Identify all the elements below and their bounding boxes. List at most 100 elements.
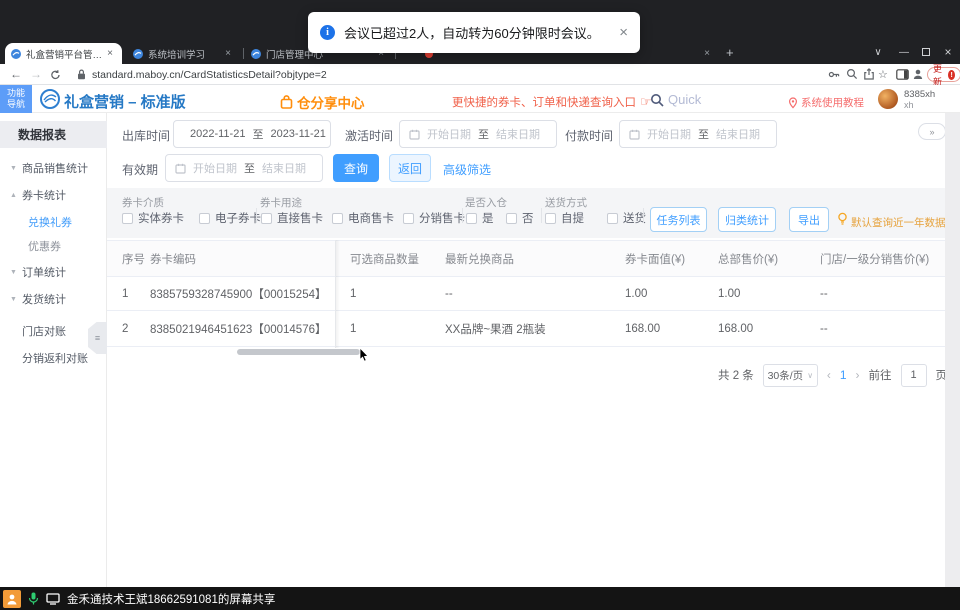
sidebar-item-shipping-stats[interactable]: ▼ 发货统计 [10, 292, 66, 306]
checkbox[interactable] [403, 212, 414, 224]
checkbox-label: 实体券卡 [138, 213, 184, 225]
activate-date-range-input[interactable]: 开始日期 至 结束日期 [399, 120, 557, 148]
checkbox-delivery[interactable]: 送货 [607, 210, 646, 226]
category-stats-button[interactable]: 归类统计 [718, 207, 776, 232]
outbound-time-label: 出库时间 [122, 129, 171, 143]
quick-search[interactable]: Quick [650, 92, 701, 107]
end-date-placeholder[interactable]: 结束日期 [716, 126, 760, 142]
lock-icon[interactable] [76, 69, 87, 80]
checkbox-self-pickup[interactable]: 自提 [545, 210, 584, 226]
checkbox[interactable] [506, 212, 517, 224]
sidebar-item-store-reconciliation[interactable]: 门店对账 [22, 324, 66, 338]
sidebar-collapse-handle[interactable]: ≡ [88, 322, 107, 354]
end-date-placeholder[interactable]: 结束日期 [262, 160, 306, 176]
sidebar-item-rebate-reconciliation[interactable]: 分销返利对账 [22, 351, 88, 365]
chevron-down-icon: ∨ [807, 370, 814, 380]
checkbox-distribution-sale[interactable]: 分销售卡 [403, 210, 465, 226]
checkbox-ecommerce-sale[interactable]: 电商售卡 [332, 210, 394, 226]
update-label: 更新 [933, 63, 943, 87]
quick-entry-text[interactable]: 更快捷的券卡、订单和快递查询入口 ☞ [452, 94, 652, 110]
side-panel-icon[interactable] [896, 69, 909, 80]
tab-close-icon[interactable]: × [104, 48, 116, 59]
prev-page-button[interactable]: ‹ [827, 368, 831, 382]
checkbox-physical-card[interactable]: 实体券卡 [122, 210, 184, 226]
window-maximize-button[interactable] [918, 42, 934, 62]
cell-product-count: 1 [350, 322, 357, 335]
expand-filters-button[interactable]: » [918, 123, 946, 140]
participant-tile [3, 589, 21, 608]
start-date-placeholder[interactable]: 开始日期 [647, 126, 691, 142]
checkbox[interactable] [466, 212, 477, 224]
share-center-link[interactable]: 仓分享中心 [280, 92, 365, 112]
window-close-button[interactable]: × [940, 42, 956, 62]
checkbox[interactable] [332, 212, 343, 224]
start-date-placeholder[interactable]: 开始日期 [427, 126, 471, 142]
checkbox-label: 电子券卡 [215, 213, 261, 225]
notification-close-button[interactable]: × [619, 24, 628, 41]
sidebar-item-label: 优惠券 [28, 241, 61, 253]
export-button[interactable]: 导出 [789, 207, 829, 232]
back-button[interactable]: 返回 [389, 154, 431, 182]
new-tab-button[interactable]: + [726, 45, 734, 60]
profile-icon[interactable] [912, 68, 924, 80]
sidebar-item-product-sales[interactable]: ▼ 商品销售统计 [10, 161, 88, 175]
checkbox[interactable] [261, 212, 272, 224]
browser-tab-1[interactable]: 礼盒营销平台管理中心 × [5, 43, 122, 64]
checkbox-warehouse-no[interactable]: 否 [506, 210, 534, 226]
chrome-update-button[interactable]: 更新 ! [927, 64, 960, 87]
col-header-face-value: 券卡面值(¥) [625, 253, 686, 266]
back-icon[interactable]: ← [8, 67, 24, 81]
user-info: 8385xh xh [904, 89, 935, 111]
start-date-placeholder[interactable]: 开始日期 [193, 160, 237, 176]
end-date-placeholder[interactable]: 结束日期 [496, 126, 540, 142]
zoom-icon[interactable] [846, 68, 858, 80]
window-menu-icon[interactable]: ∨ [870, 42, 886, 62]
table-row[interactable]: 2 8385021946451623【00014576】 1 XX品牌~果酒 2… [107, 311, 945, 347]
browser-tab-2[interactable]: 系统培训学习 × [127, 43, 240, 64]
function-nav-toggle[interactable]: 功能 导航 [0, 85, 32, 113]
tab-close-icon[interactable]: × [701, 48, 713, 59]
outbound-date-range-input[interactable]: 2022-11-21 至 2023-11-21 [173, 120, 331, 148]
page-size-select[interactable]: 30条/页 ∨ [762, 363, 818, 387]
next-page-button[interactable]: › [856, 368, 860, 382]
goto-page-input[interactable] [900, 363, 927, 387]
window-minimize-button[interactable]: — [896, 42, 912, 62]
group-label-usage: 券卡用途 [260, 197, 302, 209]
tutorial-link[interactable]: 系统使用教程 [788, 95, 864, 110]
horizontal-scrollbar[interactable] [237, 349, 360, 355]
scroll-gutter [945, 113, 960, 587]
task-list-button[interactable]: 任务列表 [650, 207, 707, 232]
checkbox[interactable] [122, 212, 133, 224]
end-date-value[interactable]: 2023-11-21 [270, 128, 325, 140]
cell-face-value: 1.00 [625, 287, 648, 300]
checkbox-electronic-card[interactable]: 电子券卡 [199, 210, 261, 226]
cell-store-price: -- [820, 287, 828, 300]
checkbox-direct-sale[interactable]: 直接售卡 [261, 210, 323, 226]
share-icon[interactable] [863, 68, 875, 80]
key-icon[interactable] [828, 69, 840, 80]
reload-icon[interactable] [50, 69, 61, 81]
checkbox-label: 直接售卡 [277, 213, 323, 225]
start-date-value[interactable]: 2022-11-21 [190, 128, 245, 140]
checkbox[interactable] [199, 212, 210, 224]
user-avatar[interactable] [878, 89, 898, 109]
checkbox-warehouse-yes[interactable]: 是 [466, 210, 494, 226]
table-row[interactable]: 1 8385759328745900【00015254】 1 -- 1.00 1… [107, 277, 945, 311]
sidebar-item-card-stats[interactable]: ▲ 券卡统计 [10, 188, 66, 202]
sidebar-item-discount-coupon[interactable]: 优惠券 [28, 239, 61, 253]
url-text[interactable]: standard.maboy.cn/CardStatisticsDetail?o… [92, 69, 327, 81]
sidebar-item-exchange-coupon[interactable]: 兑换礼券 [28, 215, 72, 229]
checkbox[interactable] [545, 212, 556, 224]
sidebar-item-order-stats[interactable]: ▼ 订单统计 [10, 265, 66, 279]
tab-close-icon[interactable]: × [222, 48, 234, 59]
search-button[interactable]: 查询 [333, 154, 379, 182]
checkbox[interactable] [607, 212, 618, 224]
caret-up-icon: ▲ [10, 191, 17, 199]
validity-date-range-input[interactable]: 开始日期 至 结束日期 [165, 154, 323, 182]
payment-time-label: 付款时间 [565, 129, 614, 143]
advanced-filter-link[interactable]: 高级筛选 [443, 161, 491, 178]
payment-date-range-input[interactable]: 开始日期 至 结束日期 [619, 120, 777, 148]
caret-down-icon: ▼ [10, 295, 17, 303]
bookmark-star-icon[interactable]: ☆ [878, 68, 888, 81]
current-page[interactable]: 1 [840, 368, 847, 382]
